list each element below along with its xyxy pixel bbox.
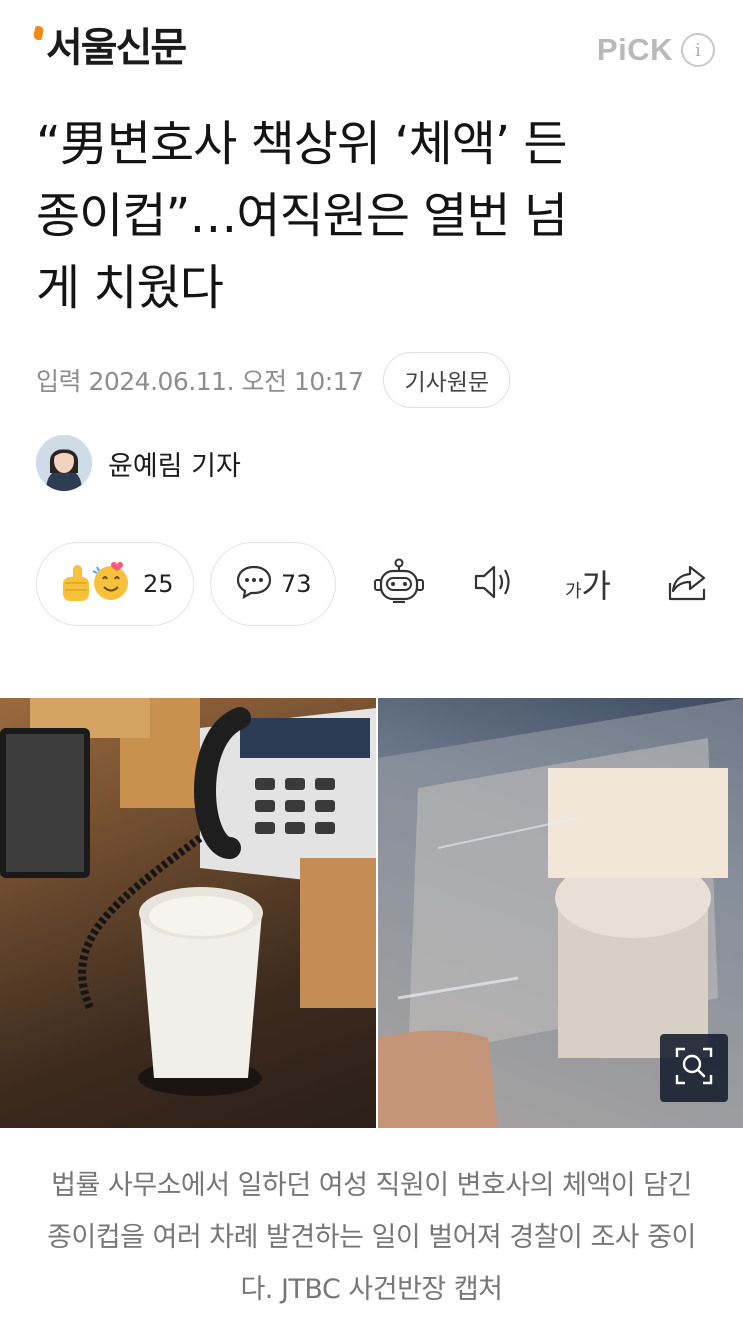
article-meta: 입력 2024.06.11. 오전 10:17 기사원문 [36, 352, 511, 408]
article-headline: “男변호사 책상위 ‘체액’ 든 종이컵”…여직원은 열번 넘 게 치웠다 [36, 108, 716, 324]
article-photo[interactable] [0, 698, 743, 1128]
info-icon[interactable]: i [681, 33, 715, 67]
pick-label: PiCK [596, 32, 673, 67]
read-aloud-button[interactable] [466, 560, 520, 608]
comment-count: 73 [281, 570, 312, 598]
publish-date: 입력 2024.06.11. 오전 10:17 [36, 367, 364, 396]
article-action-bar: 25 73 가가 [36, 542, 716, 626]
logo-text: 서울신문 [46, 25, 187, 71]
share-button[interactable] [662, 560, 716, 608]
headline-line: 종이컵”…여직원은 열번 넘 [36, 188, 568, 244]
reaction-count: 25 [143, 570, 174, 598]
photo-desk-scene [0, 698, 376, 1128]
font-size-small-label: 가 [564, 581, 582, 602]
reaction-button[interactable]: 25 [36, 542, 194, 626]
reaction-emoji-icon [59, 559, 135, 609]
pick-badge[interactable]: PiCK i [597, 32, 715, 68]
seoul-shinmun-logo[interactable]: 서울신문 [32, 22, 187, 78]
summary-bot-button[interactable] [372, 558, 426, 610]
summary-bot-icon [373, 558, 425, 610]
site-header: 서울신문 PiCK i [0, 0, 743, 100]
font-size-icon: 가가 [565, 561, 611, 607]
reporter-avatar [36, 435, 92, 491]
share-icon [666, 561, 712, 607]
font-size-large-label: 가 [581, 567, 611, 605]
speaker-icon [470, 562, 516, 606]
original-article-button[interactable]: 기사원문 [383, 352, 511, 408]
logo-accent-mark [32, 26, 45, 40]
font-size-button[interactable]: 가가 [558, 560, 618, 608]
reporter-info[interactable]: 윤예림 기자 [36, 434, 241, 492]
reporter-name: 윤예림 기자 [108, 450, 241, 482]
photo-caption: 법률 사무소에서 일하던 여성 직원이 변호사의 체액이 담긴 종이컵을 여러 … [47, 1170, 696, 1305]
comment-button[interactable]: 73 [210, 542, 336, 626]
headline-line: 게 치웠다 [36, 260, 224, 316]
comment-icon [235, 564, 273, 604]
photo-zoom-button[interactable] [660, 1034, 728, 1102]
zoom-search-icon [674, 1046, 714, 1090]
headline-line: “男변호사 책상위 ‘체액’ 든 [36, 116, 568, 172]
